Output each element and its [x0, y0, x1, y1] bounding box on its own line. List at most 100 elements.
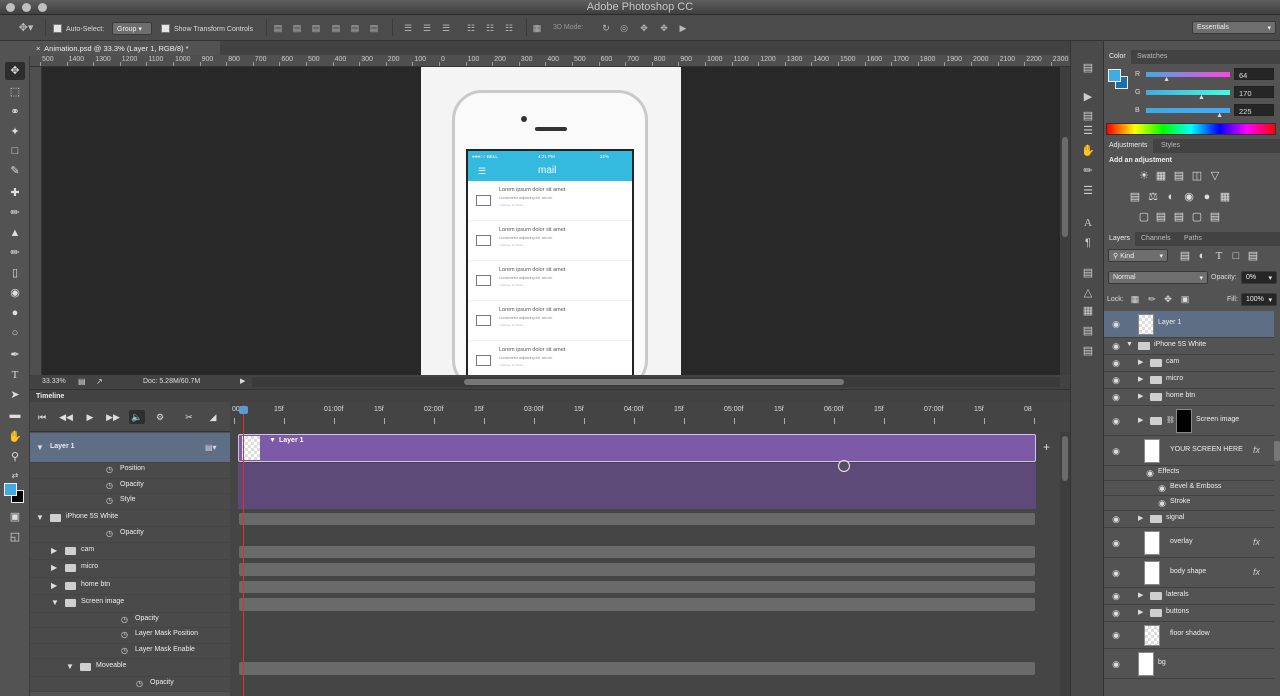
visibility-eye-icon[interactable]: ◉	[1110, 392, 1122, 402]
properties-icon[interactable]: ☰	[1081, 124, 1095, 138]
timeline-row[interactable]: ◷ Opacity	[30, 612, 230, 628]
3d-drag-icon[interactable]: ✥	[638, 23, 650, 33]
expand-arrow-icon[interactable]: ▼	[51, 598, 59, 607]
channel-slider-thumb[interactable]: ▲	[1216, 112, 1223, 119]
stopwatch-icon[interactable]: ◷	[106, 465, 113, 474]
align-bottom-icon[interactable]: ▤	[310, 23, 322, 33]
filter-type-icon[interactable]: T	[1213, 250, 1225, 262]
clone-source-icon[interactable]: ▤	[1081, 266, 1095, 280]
first-frame-icon[interactable]: ⏮	[34, 410, 50, 424]
expand-arrow-icon[interactable]: ▶	[1138, 416, 1143, 424]
invert-icon[interactable]: ▢	[1138, 211, 1150, 223]
crop-tool-icon[interactable]: □	[5, 142, 25, 160]
exposure-icon[interactable]: ◫	[1191, 170, 1203, 182]
visibility-eye-icon[interactable]: ◉	[1110, 659, 1122, 669]
3d-slide-icon[interactable]: ✥	[658, 23, 670, 33]
posterize-icon[interactable]: ▤	[1155, 211, 1167, 223]
layer-row[interactable]: ◉ body shape fx	[1104, 558, 1274, 588]
color-balance-icon[interactable]: ⚖	[1147, 191, 1159, 203]
layer-row[interactable]: ◉ Layer 1	[1104, 311, 1274, 338]
expand-arrow-icon[interactable]: ▶	[1138, 591, 1143, 599]
filter-shape-icon[interactable]: □	[1230, 250, 1242, 262]
filter-smart-icon[interactable]: ▤	[1247, 250, 1259, 262]
align-left-icon[interactable]: ▤	[330, 23, 342, 33]
timeline-row[interactable]: ◷ Layer Mask Position	[30, 628, 230, 644]
expand-arrow-icon[interactable]: ▶	[1138, 514, 1143, 522]
channel-value-input[interactable]: 64	[1234, 68, 1274, 80]
visibility-eye-icon[interactable]: ◉	[1110, 375, 1122, 385]
3d-rotate-icon[interactable]: ↻	[600, 23, 612, 33]
layer-row[interactable]: ◉ Effects	[1104, 466, 1274, 481]
layer-row[interactable]: ◉ ▶ micro	[1104, 372, 1274, 389]
layer-options-icon[interactable]: ▤▾	[205, 443, 217, 452]
color-panel-foreground[interactable]	[1108, 69, 1121, 82]
blur-tool-icon[interactable]: ●	[5, 304, 25, 322]
black-white-icon[interactable]: ◐	[1165, 191, 1177, 203]
timeline-row[interactable]: ◷ Position	[30, 463, 230, 479]
tab-layers[interactable]: Layers	[1104, 232, 1136, 246]
stopwatch-icon[interactable]: ◷	[121, 646, 128, 655]
visibility-eye-icon[interactable]: ◉	[1110, 591, 1122, 601]
close-tab-icon[interactable]: ×	[36, 44, 40, 53]
timeline-scrollbar[interactable]	[1060, 432, 1070, 696]
visibility-eye-icon[interactable]: ◉	[1110, 446, 1122, 456]
layer-row[interactable]: ◉ ▶ home btn	[1104, 389, 1274, 406]
channel-mixer-icon[interactable]: ●	[1201, 191, 1213, 203]
effect-visibility-icon[interactable]: ◉	[1156, 498, 1168, 508]
brightness-contrast-icon[interactable]: ☀	[1138, 170, 1150, 182]
tool-presets-icon[interactable]: ✋	[1081, 144, 1095, 158]
layer-row[interactable]: ◉ YOUR SCREEN HERE fx	[1104, 436, 1274, 466]
lock-transparent-icon[interactable]: ▦	[1129, 293, 1141, 305]
tab-adjustments[interactable]: Adjustments	[1104, 139, 1153, 153]
canvas-vertical-scrollbar[interactable]	[1060, 67, 1070, 375]
foreground-color-swatch[interactable]	[4, 483, 17, 496]
navigator-icon[interactable]: ▦	[1081, 304, 1095, 318]
healing-brush-tool-icon[interactable]: ✚	[5, 184, 25, 202]
timeline-row[interactable]: ◷ Opacity	[30, 527, 230, 543]
fx-icon[interactable]: fx	[1253, 537, 1260, 547]
gradient-map-icon[interactable]: ▤	[1209, 211, 1221, 223]
paint-bucket-tool-icon[interactable]: ◉	[5, 284, 25, 302]
visibility-eye-icon[interactable]: ◉	[1110, 568, 1122, 578]
visibility-eye-icon[interactable]: ◉	[1110, 319, 1122, 329]
lasso-tool-icon[interactable]: ⚭	[5, 103, 25, 121]
group-track[interactable]	[238, 511, 1036, 526]
threshold-icon[interactable]: ▤	[1173, 211, 1185, 223]
filter-adjustment-icon[interactable]: ◐	[1196, 250, 1208, 262]
visibility-eye-icon[interactable]: ◉	[1110, 358, 1122, 368]
lock-image-icon[interactable]: ✏	[1146, 293, 1158, 305]
layer-1-clip[interactable]: ▼ Layer 1	[238, 434, 1036, 462]
layer-row[interactable]: ◉ Stroke	[1104, 496, 1274, 511]
channel-slider-thumb[interactable]: ▲	[1163, 76, 1170, 83]
timeline-row[interactable]: ▼ Moveable	[30, 659, 230, 677]
group-track[interactable]	[238, 579, 1036, 594]
timeline-row[interactable]: ◷ Style	[30, 494, 230, 510]
status-preview-icon[interactable]: ▤	[78, 377, 86, 386]
notes-icon[interactable]: ▤	[1081, 324, 1095, 338]
3d-scale-icon[interactable]: ▶	[677, 23, 689, 33]
curves-icon[interactable]: ▤	[1173, 170, 1185, 182]
3d-icon[interactable]: △	[1081, 286, 1095, 300]
channel-value-input[interactable]: 225	[1234, 104, 1274, 116]
transition-icon[interactable]: ◢	[205, 410, 221, 424]
align-center-icon[interactable]: ▤	[349, 23, 361, 33]
timeline-row[interactable]: ▼ iPhone 5S White	[30, 509, 230, 527]
move-tool-icon[interactable]: ✥	[5, 62, 25, 80]
play-icon[interactable]: ▶	[82, 410, 98, 424]
timeline-row[interactable]: ▼ Layer 1 ▤▾	[30, 433, 230, 463]
lock-position-icon[interactable]: ✥	[1162, 293, 1174, 305]
expand-arrow-icon[interactable]: ▶	[1138, 608, 1143, 616]
timeline-row[interactable]: ◷ Opacity	[30, 676, 230, 692]
pen-tool-icon[interactable]: ✒	[5, 346, 25, 364]
layer-row[interactable]: ◉ ▼ iPhone 5S White	[1104, 338, 1274, 355]
group-track[interactable]	[238, 661, 1036, 676]
stopwatch-icon[interactable]: ◷	[121, 615, 128, 624]
timeline-row[interactable]: ▶ micro	[30, 560, 230, 578]
distribute-center-icon[interactable]: ☷	[484, 23, 496, 33]
layer-row[interactable]: ◉ overlay fx	[1104, 528, 1274, 558]
channel-slider[interactable]	[1146, 90, 1230, 95]
align-top-icon[interactable]: ▤	[272, 23, 284, 33]
next-frame-icon[interactable]: ▶▶	[105, 410, 121, 424]
distribute-bottom-icon[interactable]: ☰	[440, 23, 452, 33]
expand-arrow-icon[interactable]: ▶	[51, 563, 57, 572]
